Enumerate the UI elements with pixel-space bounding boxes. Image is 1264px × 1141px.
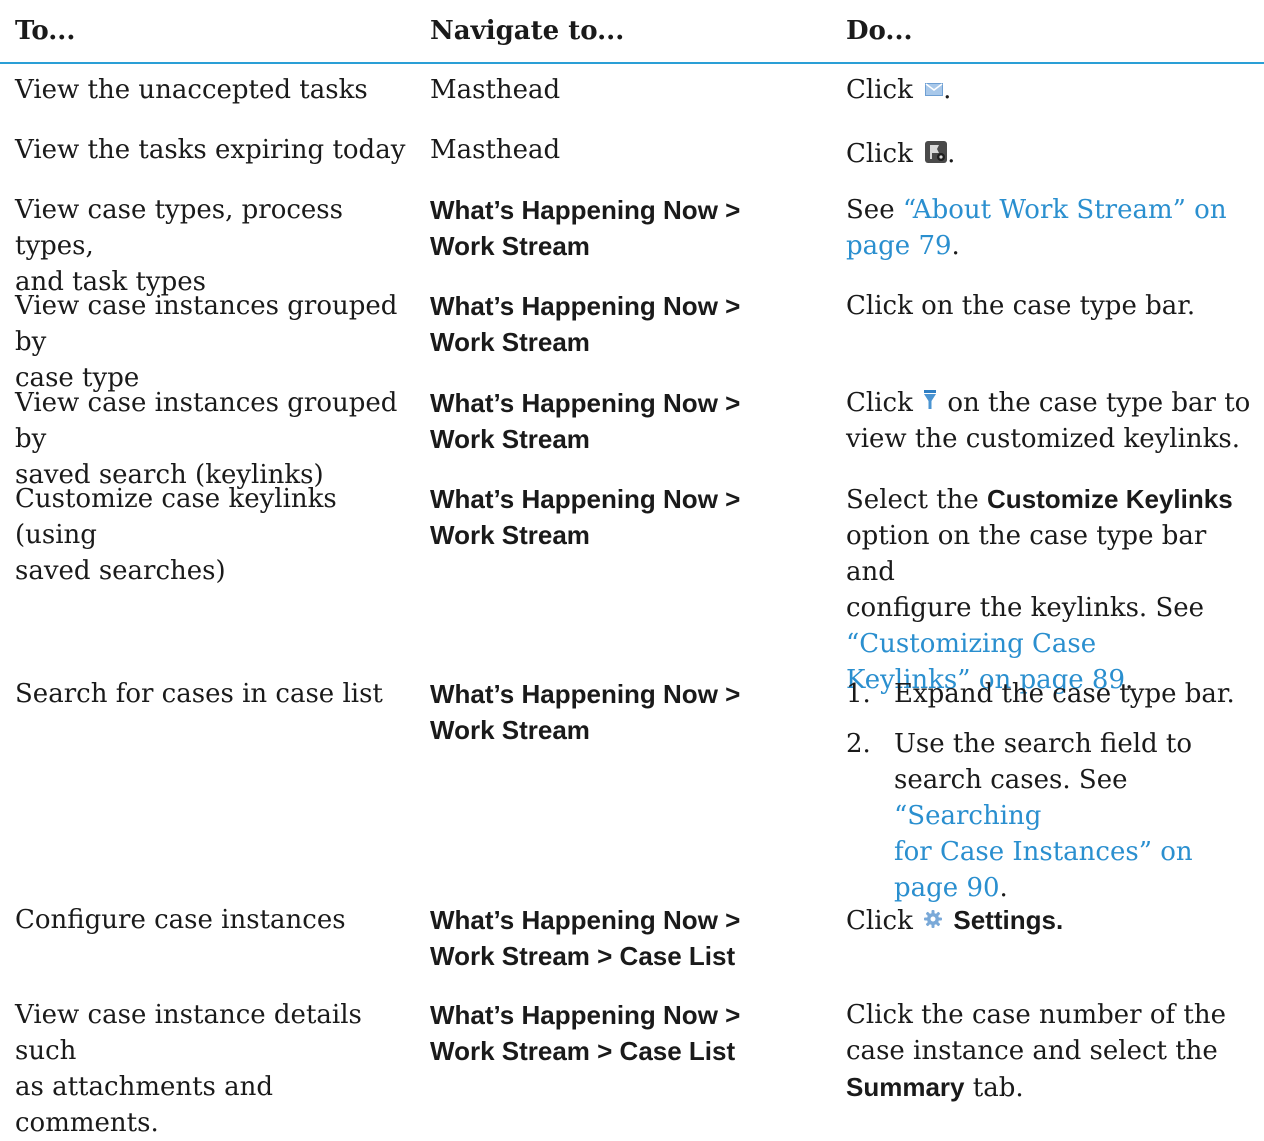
table-row: Configure case instances What’s Happenin… (0, 894, 1264, 989)
do-text: on the case type bar to (947, 388, 1251, 418)
to-cell: Customize case keylinks (using saved sea… (15, 481, 425, 589)
searching-case-instances-link[interactable]: “Searching (894, 801, 1041, 831)
step-item: 2. Use the search field to search cases.… (846, 726, 1258, 906)
header-navigate: Navigate to... (430, 16, 625, 46)
to-cell: View the tasks expiring today (15, 135, 406, 165)
header-to: To... (15, 16, 76, 46)
to-line: View case instances grouped by (15, 388, 398, 454)
navigate-cell: Masthead (430, 135, 561, 165)
do-text: Select the (846, 485, 979, 515)
step-number: 1. (846, 679, 871, 709)
navigate-cell: What’s Happening Now > Work Stream (430, 676, 835, 748)
do-line: option on the case type bar and (846, 521, 1207, 587)
navigate-cell: What’s Happening Now > Work Stream (430, 385, 835, 457)
to-cell: Configure case instances (15, 905, 346, 935)
do-cell: Click on the case type bar to view the c… (846, 385, 1258, 457)
do-text: Click (846, 388, 913, 418)
envelope-icon[interactable] (925, 82, 944, 96)
table-row: Customize case keylinks (using saved sea… (0, 473, 1264, 695)
to-cell: Search for cases in case list (15, 679, 383, 709)
task-reference-table: To... Navigate to... Do... View the unac… (0, 0, 1264, 1138)
gear-icon[interactable] (924, 910, 943, 928)
do-text: Click (846, 75, 913, 105)
flag-icon[interactable] (925, 141, 948, 163)
do-cell: Click on the case type bar. (846, 291, 1196, 321)
nav-line: What’s Happening Now > (430, 1000, 741, 1030)
do-suffix: . (951, 231, 960, 261)
table-row: View the tasks expiring today Masthead C… (0, 124, 1264, 184)
nav-line: Work Stream (430, 715, 590, 745)
navigate-cell: Masthead (430, 75, 561, 105)
nav-line: Work Stream > Case List (430, 941, 736, 971)
customize-keylinks-option: Customize Keylinks (987, 484, 1233, 514)
step-number: 2. (846, 729, 871, 759)
nav-line: Work Stream (430, 327, 590, 357)
do-text: Click (846, 139, 913, 169)
table-header: To... Navigate to... Do... (0, 0, 1264, 64)
to-line: saved searches) (15, 556, 226, 586)
navigate-cell: What’s Happening Now > Work Stream > Cas… (430, 902, 835, 974)
do-text: Click (846, 906, 913, 936)
step-item: 1. Expand the case type bar. (846, 676, 1258, 712)
to-cell: View case instance details such as attac… (15, 997, 425, 1141)
to-cell: View the unaccepted tasks (15, 75, 368, 105)
nav-line: Work Stream (430, 520, 590, 550)
about-work-stream-link-page[interactable]: page 79 (846, 231, 952, 261)
nav-line: What’s Happening Now > (430, 388, 741, 418)
do-line: configure the keylinks. See (846, 593, 1205, 623)
step-text: search cases. See (894, 765, 1128, 795)
table-row: View the unaccepted tasks Masthead Click… (0, 64, 1264, 124)
navigate-cell: What’s Happening Now > Work Stream (430, 481, 835, 553)
summary-tab-label: Summary (846, 1072, 965, 1102)
table-row: View case instances grouped by saved sea… (0, 377, 1264, 490)
to-line: Customize case keylinks (using (15, 484, 337, 550)
do-suffix: . (947, 139, 956, 169)
table-row: View case types, process types, and task… (0, 184, 1264, 297)
do-cell: Click Settings. (846, 902, 1258, 939)
table-row: View case instance details such as attac… (0, 989, 1264, 1138)
to-line: as attachments and comments. (15, 1072, 274, 1138)
do-cell: 1. Expand the case type bar. 2. Use the … (846, 676, 1258, 906)
nav-line: What’s Happening Now > (430, 679, 741, 709)
nav-line: Work Stream (430, 424, 590, 454)
do-cell: Click the case number of the case instan… (846, 997, 1258, 1106)
nav-line: Work Stream > Case List (430, 1036, 736, 1066)
navigate-cell: What’s Happening Now > Work Stream (430, 288, 835, 360)
nav-line: Work Stream (430, 231, 590, 261)
settings-label: Settings. (953, 905, 1064, 935)
about-work-stream-link[interactable]: “About Work Stream” on (903, 195, 1227, 225)
do-cell: Click . (846, 72, 1258, 108)
do-line: view the customized keylinks. (846, 424, 1241, 454)
do-text: tab. (972, 1073, 1024, 1103)
do-line: Click the case number of the (846, 1000, 1226, 1030)
do-cell: Select the Customize Keylinks option on … (846, 481, 1258, 698)
table-row: Search for cases in case list What’s Hap… (0, 668, 1264, 903)
do-cell: See “About Work Stream” on page 79. (846, 192, 1258, 264)
navigate-cell: What’s Happening Now > Work Stream (430, 192, 835, 264)
to-line: View case instances grouped by (15, 291, 398, 357)
filter-funnel-icon[interactable] (924, 390, 937, 410)
do-line: case instance and select the (846, 1036, 1218, 1066)
navigate-cell: What’s Happening Now > Work Stream > Cas… (430, 997, 835, 1069)
table-row: View case instances grouped by case type… (0, 280, 1264, 393)
nav-line: What’s Happening Now > (430, 195, 741, 225)
customizing-case-keylinks-link[interactable]: “Customizing Case (846, 629, 1096, 659)
searching-case-instances-link-2[interactable]: for Case Instances” on (894, 837, 1193, 867)
header-do: Do... (846, 16, 913, 46)
step-text: Use the search field to (894, 729, 1193, 759)
do-text: See (846, 195, 895, 225)
nav-line: What’s Happening Now > (430, 905, 741, 935)
to-line: View case types, process types, (15, 195, 343, 261)
to-line: View case instance details such (15, 1000, 362, 1066)
do-cell: Click . (846, 136, 1258, 172)
step-text: Expand the case type bar. (894, 679, 1235, 709)
do-suffix: . (943, 75, 952, 105)
nav-line: What’s Happening Now > (430, 291, 741, 321)
nav-line: What’s Happening Now > (430, 484, 741, 514)
